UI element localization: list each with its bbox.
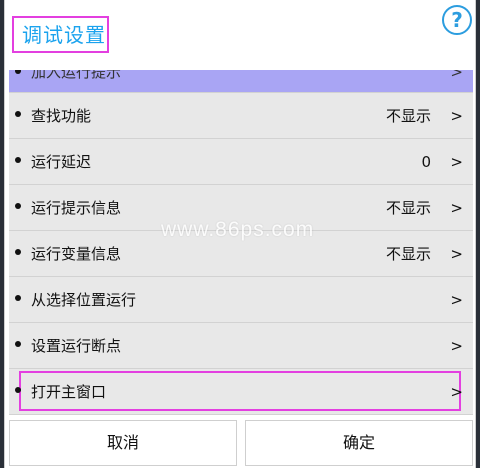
bullet-icon: [15, 203, 21, 209]
list-item[interactable]: 查找功能 不显示 >: [9, 93, 473, 139]
bullet-icon: [15, 249, 21, 255]
debug-settings-dialog: 调试设置 ? 加入运行提示 > 查找功能 不显示 > 运行延迟 0 > 运行提示…: [4, 0, 476, 468]
list-item[interactable]: 加入运行提示 >: [9, 70, 473, 93]
chevron-right-icon: >: [450, 199, 463, 217]
list-item[interactable]: 运行延迟 0 >: [9, 139, 473, 185]
ok-button[interactable]: 确定: [245, 420, 473, 466]
bullet-icon: [15, 111, 21, 117]
bullet-icon: [15, 157, 21, 163]
chevron-right-icon: >: [450, 153, 463, 171]
chevron-right-icon: >: [450, 383, 463, 401]
bullet-icon: [15, 70, 21, 74]
item-value: 0: [421, 153, 431, 171]
item-value: 不显示: [385, 107, 431, 125]
title-highlight-box: 调试设置: [12, 16, 109, 53]
settings-list: 加入运行提示 > 查找功能 不显示 > 运行延迟 0 > 运行提示信息 不显示 …: [9, 70, 473, 418]
dialog-footer: 取消 确定: [9, 420, 473, 466]
item-label: 运行提示信息: [31, 199, 122, 217]
chevron-right-icon: >: [450, 107, 463, 125]
item-label: 运行延迟: [31, 153, 92, 171]
item-value: 不显示: [385, 245, 431, 263]
watermark: www.86ps.com: [161, 218, 315, 241]
list-item[interactable]: 从选择位置运行 >: [9, 277, 473, 323]
item-label: 查找功能: [31, 107, 92, 125]
item-label: 从选择位置运行: [31, 291, 137, 309]
chevron-right-icon: >: [450, 291, 463, 309]
list-item[interactable]: 设置运行断点 >: [9, 323, 473, 369]
item-value: 不显示: [385, 199, 431, 217]
item-label: 设置运行断点: [31, 337, 122, 355]
chevron-right-icon: >: [450, 245, 463, 263]
bullet-icon: [15, 341, 21, 347]
item-label: 打开主窗口: [31, 383, 107, 401]
chevron-right-icon: >: [450, 337, 463, 355]
bullet-icon: [15, 387, 21, 393]
list-item-open-main-window[interactable]: 打开主窗口 >: [9, 369, 473, 415]
item-label: 运行变量信息: [31, 245, 122, 263]
item-label: 加入运行提示: [31, 70, 122, 81]
cancel-button[interactable]: 取消: [9, 420, 237, 466]
help-icon[interactable]: ?: [442, 5, 472, 35]
bullet-icon: [15, 295, 21, 301]
chevron-right-icon: >: [450, 70, 463, 81]
dialog-title: 调试设置: [22, 23, 106, 47]
